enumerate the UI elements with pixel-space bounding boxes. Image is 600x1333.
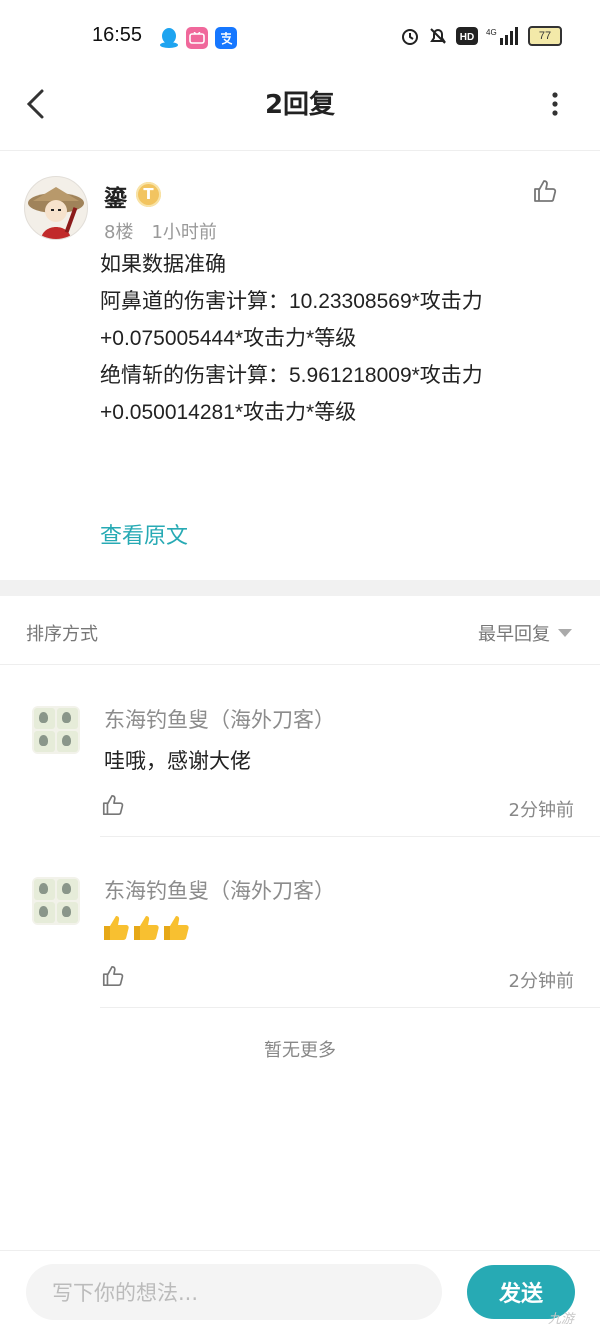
reply-author[interactable]: 东海钓鱼叟（海外刀客） <box>104 875 335 905</box>
view-original-link[interactable]: 查看原文 <box>100 518 188 550</box>
reply-like-button[interactable] <box>101 793 125 821</box>
status-time: 16:55 <box>92 24 143 46</box>
watermark-logo: 九游 <box>548 1312 575 1327</box>
reply-avatar[interactable] <box>32 877 80 925</box>
sort-divider <box>0 664 600 665</box>
status-icons: HD 4G 77 <box>400 26 562 46</box>
battery-icon: 77 <box>528 26 562 46</box>
caret-down-icon <box>558 629 572 637</box>
level-badge: T <box>136 182 161 207</box>
thumbs-up-emoji-icon <box>134 916 159 940</box>
qq-icon <box>158 27 180 49</box>
signal-icon: 4G <box>486 27 518 45</box>
post-time: 1小时前 <box>151 222 217 243</box>
thumbs-up-icon <box>102 965 124 987</box>
reply-emoji-text <box>102 914 190 942</box>
page-title: 2回复 <box>264 90 336 120</box>
section-separator <box>0 580 600 596</box>
thumbs-up-icon <box>102 794 124 816</box>
reply-divider <box>100 1007 600 1008</box>
reply-author[interactable]: 东海钓鱼叟（海外刀客） <box>104 704 335 734</box>
reply-like-button[interactable] <box>101 964 125 992</box>
svg-text:HD: HD <box>460 32 474 43</box>
svg-text:4G: 4G <box>486 28 497 37</box>
reply-divider <box>100 836 600 837</box>
more-button[interactable] <box>548 90 562 122</box>
sort-label: 排序方式 <box>26 624 98 645</box>
thumbs-up-emoji-icon <box>104 916 129 940</box>
header-divider <box>0 150 600 151</box>
post-meta: 8楼 1小时前 <box>104 218 217 244</box>
avatar[interactable] <box>24 176 88 240</box>
reply-text: 哇哦，感谢大佬 <box>104 749 251 773</box>
reply-avatar[interactable] <box>32 706 80 754</box>
comment-input[interactable]: 写下你的想法... <box>26 1264 442 1320</box>
composer-divider <box>0 1250 600 1251</box>
thumbs-up-emoji-icon <box>164 916 189 940</box>
reply-time: 2分钟前 <box>508 971 574 992</box>
hd-icon: HD <box>456 27 478 45</box>
sort-dropdown[interactable]: 最早回复 <box>478 620 572 646</box>
sort-selected: 最早回复 <box>478 624 550 645</box>
user-name[interactable]: 鎏 <box>104 179 127 213</box>
post-body: 如果数据准确 阿鼻道的伤害计算：10.23308569*攻击力+0.075005… <box>100 253 483 424</box>
thumbs-up-icon <box>534 180 557 202</box>
no-more-text: 暂无更多 <box>264 1040 336 1061</box>
alarm-icon <box>402 29 418 45</box>
post-like-button[interactable] <box>532 178 558 208</box>
bilibili-icon <box>186 27 208 49</box>
alipay-icon <box>215 27 237 49</box>
mute-bell-icon <box>430 28 446 44</box>
more-vertical-icon <box>552 92 558 116</box>
floor-number: 8楼 <box>104 222 134 243</box>
reply-time: 2分钟前 <box>508 800 574 821</box>
